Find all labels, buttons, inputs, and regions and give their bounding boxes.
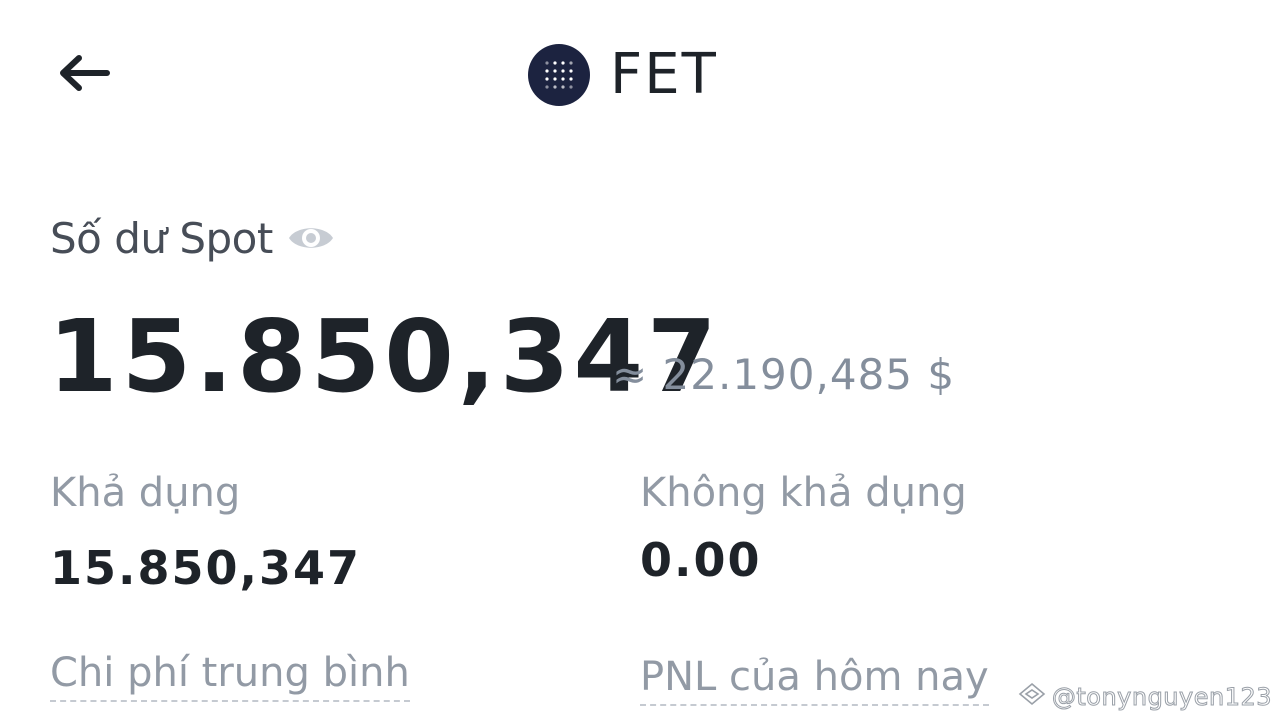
eye-icon[interactable] <box>287 221 335 255</box>
available-label: Khả dụng <box>50 470 241 516</box>
available-value: 15.850,347 <box>50 541 362 595</box>
unavailable-label: Không khả dụng <box>640 470 967 516</box>
spot-balance-usd-approx: ≈ 22.190,485 $ <box>612 350 956 399</box>
watermark-logo-icon <box>1018 682 1046 712</box>
pnl-today-label[interactable]: PNL của hôm nay <box>640 652 989 706</box>
coin-symbol: FET <box>610 42 718 107</box>
spot-balance-label-row: Số dư Spot <box>50 212 335 264</box>
watermark-text: @tonynguyen123 <box>1051 683 1272 712</box>
spot-balance-label: Số dư Spot <box>50 213 273 263</box>
average-cost-label[interactable]: Chi phí trung bình <box>50 648 410 702</box>
arrow-left-icon <box>57 53 111 97</box>
coin-header: FET <box>528 44 718 106</box>
back-button[interactable] <box>55 50 113 100</box>
coin-logo-icon <box>528 44 590 106</box>
watermark: @tonynguyen123 <box>1018 682 1272 712</box>
unavailable-value: 0.00 <box>640 533 762 587</box>
